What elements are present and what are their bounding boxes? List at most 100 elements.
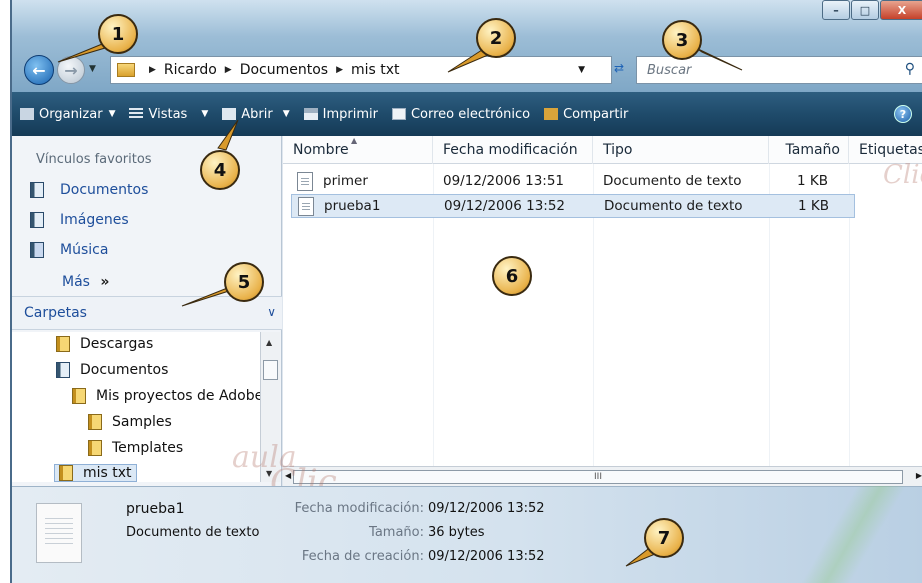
favorite-label: Música: [60, 242, 109, 258]
column-label: Tamaño: [785, 142, 840, 158]
details-label-modified: Fecha modificación:: [294, 501, 424, 516]
breadcrumb-mis-txt[interactable]: mis txt: [351, 62, 400, 78]
column-label: Tipo: [603, 142, 633, 158]
correo-button[interactable]: Correo electrónico: [391, 107, 530, 122]
share-icon: [544, 108, 559, 120]
refresh-icon[interactable]: ⇄: [614, 61, 636, 77]
breadcrumb-separator-icon[interactable]: ▶: [149, 65, 156, 75]
callout-7: 7: [644, 518, 684, 558]
watermark-logo: Clic: [883, 160, 922, 190]
history-dropdown-icon[interactable]: ▼: [89, 64, 96, 74]
compartir-button[interactable]: Compartir: [544, 107, 628, 122]
scroll-grip: III: [594, 472, 602, 482]
breadcrumb-ricardo[interactable]: Ricardo: [164, 62, 217, 78]
column-fecha[interactable]: Fecha modificación: [433, 136, 593, 164]
folder-icon: [72, 388, 86, 404]
double-chevron-icon: »: [100, 274, 110, 290]
tree-item-descargas[interactable]: Descargas: [56, 336, 153, 352]
details-value-size: 36 bytes: [428, 525, 485, 540]
callout-3: 3: [662, 20, 702, 60]
details-label-size: Tamaño:: [369, 525, 424, 540]
column-label: Etiquetas: [859, 142, 922, 158]
forward-button[interactable]: →: [57, 56, 85, 84]
favorite-imagenes[interactable]: Imágenes: [30, 212, 129, 228]
tree-label: Documentos: [80, 362, 169, 378]
file-list-hscrollbar[interactable]: ◀ III ▶: [283, 466, 922, 486]
breadcrumb-separator-icon[interactable]: ▶: [336, 65, 343, 75]
tree-label: mis txt: [83, 465, 132, 481]
file-type: Documento de texto: [603, 173, 742, 189]
chevron-down-icon: ▼: [108, 109, 116, 119]
favorite-documentos[interactable]: Documentos: [30, 182, 148, 198]
imprimir-button[interactable]: Imprimir: [303, 107, 378, 122]
chevron-down-icon[interactable]: ∨: [267, 305, 276, 319]
favorites-title: Vínculos favoritos: [36, 152, 152, 167]
text-file-icon: [297, 172, 313, 191]
details-pane: prueba1 Documento de texto Fecha modific…: [12, 486, 922, 583]
file-list: Nombre ▲ Fecha modificación Tipo Tamaño …: [283, 136, 922, 466]
maximize-button[interactable]: □: [851, 0, 879, 20]
open-icon: [222, 108, 237, 120]
chevron-down-icon: ▼: [201, 109, 209, 119]
column-label: Fecha modificación: [443, 142, 578, 158]
help-icon[interactable]: ?: [894, 105, 912, 123]
organizar-button[interactable]: Organizar ▼: [20, 107, 115, 122]
printer-icon: [303, 108, 318, 120]
details-value-created: 09/12/2006 13:52: [428, 549, 545, 564]
tree-label: Descargas: [80, 336, 154, 352]
scroll-right-icon[interactable]: ▶: [916, 471, 922, 480]
abrir-button[interactable]: Abrir ▼: [222, 107, 290, 122]
search-input[interactable]: [647, 62, 887, 78]
text-file-icon: [298, 197, 314, 216]
table-row-selected[interactable]: prueba1 09/12/2006 13:52 Documento de te…: [291, 194, 855, 218]
breadcrumb-documentos[interactable]: Documentos: [240, 62, 328, 78]
column-header: Nombre ▲ Fecha modificación Tipo Tamaño …: [283, 136, 922, 164]
favorite-musica[interactable]: Música: [30, 242, 108, 258]
music-icon: [30, 242, 44, 258]
file-date: 09/12/2006 13:52: [444, 198, 566, 214]
column-tipo[interactable]: Tipo: [593, 136, 769, 164]
file-size: 1 KB: [798, 198, 829, 214]
file-size: 1 KB: [797, 173, 828, 189]
scroll-thumb[interactable]: [263, 360, 278, 380]
window-controls: – □ X: [821, 0, 922, 20]
forward-arrow-icon: →: [64, 60, 78, 80]
back-button[interactable]: ←: [24, 55, 54, 85]
tree-item-templates[interactable]: Templates: [88, 440, 183, 456]
decorative-swoosh: [734, 486, 922, 583]
address-dropdown-icon[interactable]: ▼: [578, 65, 585, 75]
tree-item-samples[interactable]: Samples: [88, 414, 172, 430]
folder-icon: [88, 414, 102, 430]
file-name: primer: [323, 173, 368, 189]
search-box[interactable]: ⚲: [636, 56, 922, 84]
mail-icon: [391, 108, 406, 120]
column-nombre[interactable]: Nombre ▲: [283, 136, 433, 164]
favorite-label: Documentos: [60, 182, 149, 198]
callout-5: 5: [224, 262, 264, 302]
tree-item-documentos[interactable]: Documentos: [56, 362, 168, 378]
explorer-window: – □ X ← → ▼ ▶ Ricardo ▶ Documentos ▶ mis…: [10, 0, 922, 583]
tree-item-mis-txt[interactable]: mis txt: [54, 464, 137, 482]
folder-icon: [56, 336, 70, 352]
vistas-button[interactable]: Vistas ▼: [129, 107, 208, 122]
tree-item-mis-proyectos[interactable]: Mis proyectos de Adobe: [72, 388, 260, 404]
compartir-label: Compartir: [563, 106, 629, 122]
title-bar: – □ X ← → ▼ ▶ Ricardo ▶ Documentos ▶ mis…: [12, 0, 922, 92]
folder-tree: Descargas Documentos Mis proyectos de Ad…: [12, 332, 260, 482]
text-file-icon: [36, 503, 82, 563]
breadcrumb-separator-icon[interactable]: ▶: [225, 65, 232, 75]
documents-icon: [30, 182, 44, 198]
table-row[interactable]: primer 09/12/2006 13:51 Documento de tex…: [291, 170, 855, 194]
close-button[interactable]: X: [880, 0, 922, 20]
scroll-thumb[interactable]: III: [293, 470, 903, 484]
details-file-name: prueba1: [126, 501, 185, 517]
minimize-button[interactable]: –: [822, 0, 850, 20]
column-tamano[interactable]: Tamaño: [769, 136, 849, 164]
more-link[interactable]: Más »: [62, 274, 109, 290]
address-bar[interactable]: ▶ Ricardo ▶ Documentos ▶ mis txt ▼: [110, 56, 612, 84]
search-icon[interactable]: ⚲: [905, 61, 915, 77]
folder-icon: [88, 440, 102, 456]
scroll-up-icon[interactable]: ▲: [266, 338, 272, 347]
callout-2: 2: [476, 18, 516, 58]
callout-1: 1: [98, 14, 138, 54]
